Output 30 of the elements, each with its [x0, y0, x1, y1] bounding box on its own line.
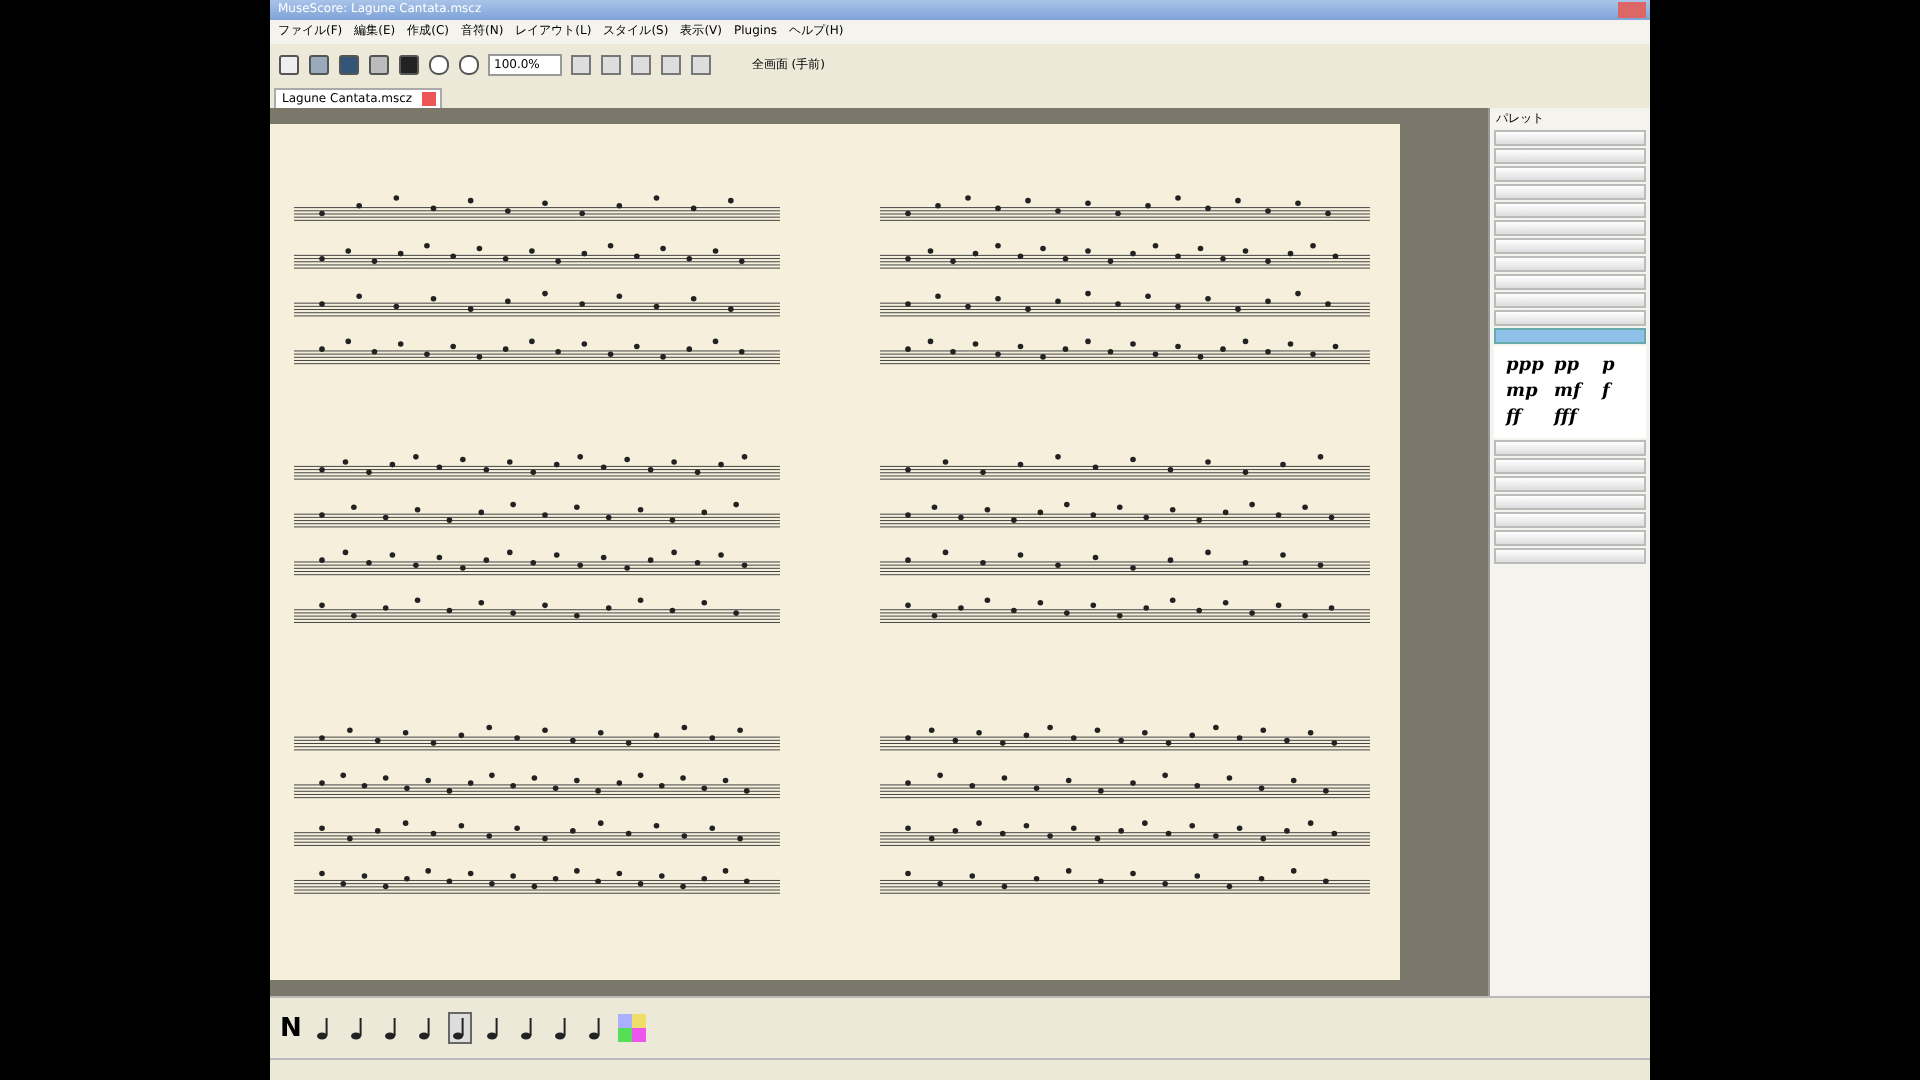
dynamic-marking[interactable]: f	[1602, 380, 1642, 404]
palette-section-header[interactable]	[1494, 166, 1646, 182]
palette-section-header[interactable]	[1494, 292, 1646, 308]
palette-section-header[interactable]	[1494, 274, 1646, 290]
palette-section-header[interactable]	[1494, 548, 1646, 564]
palette-section-header[interactable]	[1494, 458, 1646, 474]
palette-section-header[interactable]	[1494, 220, 1646, 236]
dynamic-marking[interactable]: fff	[1554, 406, 1594, 430]
dynamic-marking[interactable]: p	[1602, 354, 1642, 378]
palette-section-header[interactable]	[1494, 148, 1646, 164]
palette-section-header[interactable]	[1494, 494, 1646, 510]
palette-section-header[interactable]	[1494, 238, 1646, 254]
dynamic-marking[interactable]: mf	[1554, 380, 1594, 404]
palette-section-header[interactable]	[1494, 256, 1646, 272]
palette-section-header[interactable]	[1494, 476, 1646, 492]
close-tab-icon[interactable]	[422, 92, 437, 106]
palette-section-header[interactable]	[1494, 202, 1646, 218]
palette-section-header[interactable]	[1494, 440, 1646, 456]
palette-section-header[interactable]	[1494, 530, 1646, 546]
palette-section-header[interactable]	[1494, 130, 1646, 146]
dynamic-marking[interactable]: mp	[1506, 380, 1546, 404]
palette-section-header[interactable]	[1494, 184, 1646, 200]
voice-color-icon[interactable]	[617, 1014, 646, 1042]
dynamic-marking[interactable]: pp	[1554, 354, 1594, 378]
dynamic-marking[interactable]: ppp	[1506, 354, 1546, 378]
palette-section-header[interactable]	[1494, 310, 1646, 326]
note-duration-icon[interactable]	[447, 1012, 472, 1044]
palette-section-header[interactable]	[1494, 512, 1646, 528]
dynamic-marking[interactable]: ff	[1506, 406, 1546, 430]
note-input-toggle[interactable]: N	[280, 1013, 302, 1043]
